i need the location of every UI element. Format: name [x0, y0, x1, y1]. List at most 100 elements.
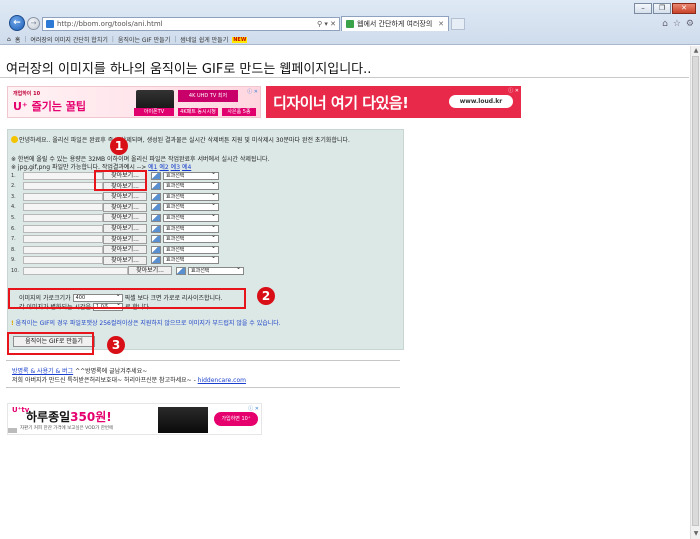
browse-button[interactable]: 찾아보기... [128, 266, 172, 276]
browse-button[interactable]: 찾아보기... [103, 255, 147, 265]
file-row: 5. 찾아보기... 효과선택 [11, 212, 219, 223]
file-path-input[interactable] [23, 256, 103, 265]
url-text[interactable]: http://bbom.org/tools/ani.html [57, 20, 314, 28]
fav-item-thumbnail[interactable]: 썸네일 쉽게 만들기 [180, 35, 228, 44]
footer-line-2: 저희 아버지가 만드신 특허받은허리보호대~ 허리아프신분 참고하세요~ - h… [12, 375, 246, 384]
site-icon [46, 20, 54, 28]
file-row: 6. 찾아보기... 효과선택 [11, 223, 219, 233]
file-path-input[interactable] [23, 171, 103, 180]
example-link-3[interactable]: 예3 [171, 164, 180, 171]
maximize-button[interactable]: ❐ [653, 3, 671, 14]
file-path-input[interactable] [23, 192, 103, 201]
image-preview-icon[interactable] [151, 182, 161, 191]
favorites-star-icon[interactable]: ☆ [673, 19, 681, 29]
scroll-up-arrow-icon[interactable]: ▲ [691, 46, 700, 56]
scroll-down-arrow-icon[interactable]: ▼ [691, 529, 700, 539]
guestbook-text: ^^방명록에 글남겨주세요~ [73, 368, 148, 375]
callout-box-1 [94, 170, 147, 191]
ad-banner-uplus-tv[interactable]: U⁺tv 하루종일350원! 자판기 커피 한잔 가격에 보고싶은 VOD가 한… [7, 403, 262, 435]
callout-box-3 [7, 332, 94, 355]
ad-slogan: U⁺ 즐기는 꿀팁 [13, 100, 86, 113]
browse-button[interactable]: 찾아보기... [103, 192, 147, 202]
home-icon[interactable]: ⌂ [662, 19, 668, 29]
example-link-2[interactable]: 예2 [159, 164, 168, 171]
effect-select[interactable]: 효과선택 [163, 233, 219, 244]
forward-button[interactable]: → [27, 17, 40, 30]
image-preview-icon[interactable] [151, 192, 161, 201]
window-controls: – ❐ ✕ [634, 3, 696, 14]
effect-select[interactable]: 효과선택 [188, 265, 244, 275]
ad-headline-a: 하루종일 [26, 410, 71, 424]
image-preview-icon[interactable] [176, 266, 186, 275]
address-tools-icons[interactable]: ⚲ ▾ ✕ [317, 20, 336, 28]
file-path-input[interactable] [23, 203, 103, 212]
browse-button[interactable]: 찾아보기... [103, 234, 147, 244]
ad-info-icon[interactable]: ⓘ ✕ [247, 88, 258, 95]
row-number: 2. [11, 183, 16, 190]
footer-line-1: 방명록 & 사용기 & 버그 ^^방명록에 글남겨주세요~ [12, 366, 147, 375]
close-window-button[interactable]: ✕ [672, 3, 696, 14]
row-number: 3. [11, 193, 16, 200]
page-title: 여러장의 이미지를 하나의 움직이는 GIF로 만드는 웹페이지입니다.. [6, 62, 372, 77]
fav-item-home[interactable]: 홈 [15, 35, 21, 44]
image-preview-icon[interactable] [151, 224, 161, 233]
new-badge: NEW [232, 36, 248, 43]
effect-select[interactable]: 효과선택 [163, 212, 219, 222]
file-path-input[interactable] [23, 213, 103, 222]
effect-select[interactable]: 효과선택 [163, 254, 219, 265]
ad-banner-uplus[interactable]: 개업하이 10 U⁺ 즐기는 꿀팁 4K UHD TV 최저 아이폰TV 4K패… [7, 86, 261, 118]
browse-button[interactable]: 찾아보기... [103, 213, 147, 223]
effect-select[interactable]: 효과선택 [163, 180, 219, 191]
back-button[interactable]: ← [9, 15, 25, 31]
new-tab-button[interactable] [451, 18, 465, 30]
file-path-input[interactable] [23, 224, 103, 233]
image-preview-icon[interactable] [151, 256, 161, 265]
scroll-thumb[interactable] [692, 56, 699, 526]
browse-button[interactable]: 찾아보기... [103, 224, 147, 233]
ad-info-icon[interactable]: ⓘ ✕ [248, 405, 259, 412]
file-path-input[interactable] [23, 266, 128, 275]
ad-headline: 디자이너 여기 다있음! [273, 94, 409, 112]
ad-banner-loud[interactable]: 디자이너 여기 다있음! www.loud.kr ⓘ ✕ [266, 86, 521, 118]
gear-icon[interactable]: ⚙ [686, 19, 694, 29]
example-link-1[interactable]: 예1 [148, 164, 157, 171]
footer-divider-2 [6, 387, 400, 388]
file-path-input[interactable] [23, 235, 103, 244]
image-preview-icon[interactable] [151, 171, 161, 180]
tab-close-icon[interactable]: ✕ [438, 20, 444, 28]
image-preview-icon[interactable] [151, 235, 161, 244]
ad-info-icon[interactable]: ⓘ ✕ [508, 87, 519, 94]
tab-favicon-icon [346, 20, 354, 28]
fav-item-merge[interactable]: 여러장의 이미지 간단히 합치기 [30, 35, 107, 44]
ad-headline-b: 350원! [70, 410, 112, 424]
chrome-icons: ⌂ ☆ ⚙ [662, 19, 694, 29]
fav-item-gif[interactable]: 움직이는 GIF 만들기 [118, 35, 170, 44]
example-link-4[interactable]: 예4 [182, 164, 191, 171]
browser-tab[interactable]: 웹에서 간단하게 여러장의 ... ✕ [341, 16, 449, 31]
image-preview-icon[interactable] [151, 213, 161, 222]
greeting-text: 안녕하세요.. 올리신 파일은 완료후 즉시 삭제되며, 생성된 결과물은 실시… [19, 137, 350, 144]
callout-number-2: 2 [257, 287, 275, 305]
browse-button[interactable]: 찾아보기... [103, 202, 147, 212]
row-number: 1. [11, 172, 16, 179]
file-path-input[interactable] [23, 245, 103, 254]
ad-pill: 가입하면 10⁺ [214, 412, 258, 426]
browse-button[interactable]: 찾아보기... [103, 245, 147, 255]
image-preview-icon[interactable] [151, 245, 161, 254]
vertical-scrollbar[interactable]: ▲ ▼ [690, 46, 700, 539]
ad-chip-2: 4K패트 동시시청 [178, 108, 218, 116]
row-number: 9. [11, 257, 16, 264]
address-bar[interactable]: http://bbom.org/tools/ani.html ⚲ ▾ ✕ [42, 17, 340, 31]
image-preview-icon[interactable] [151, 203, 161, 212]
ad-tv-image [158, 407, 208, 433]
file-path-input[interactable] [23, 182, 103, 191]
callout-number-3: 3 [107, 336, 125, 354]
guestbook-link[interactable]: 방명록 & 사용기 & 버그 [12, 368, 73, 375]
ad-small-icon [8, 428, 17, 433]
ad-brand: 개업하이 10 [13, 91, 41, 97]
row-number: 6. [11, 225, 16, 232]
file-row: 4. 찾아보기... 효과선택 [11, 201, 219, 212]
minimize-button[interactable]: – [634, 3, 652, 14]
sponsor-link[interactable]: hiddencare.com [198, 377, 246, 384]
callout-number-1: 1 [110, 137, 128, 155]
